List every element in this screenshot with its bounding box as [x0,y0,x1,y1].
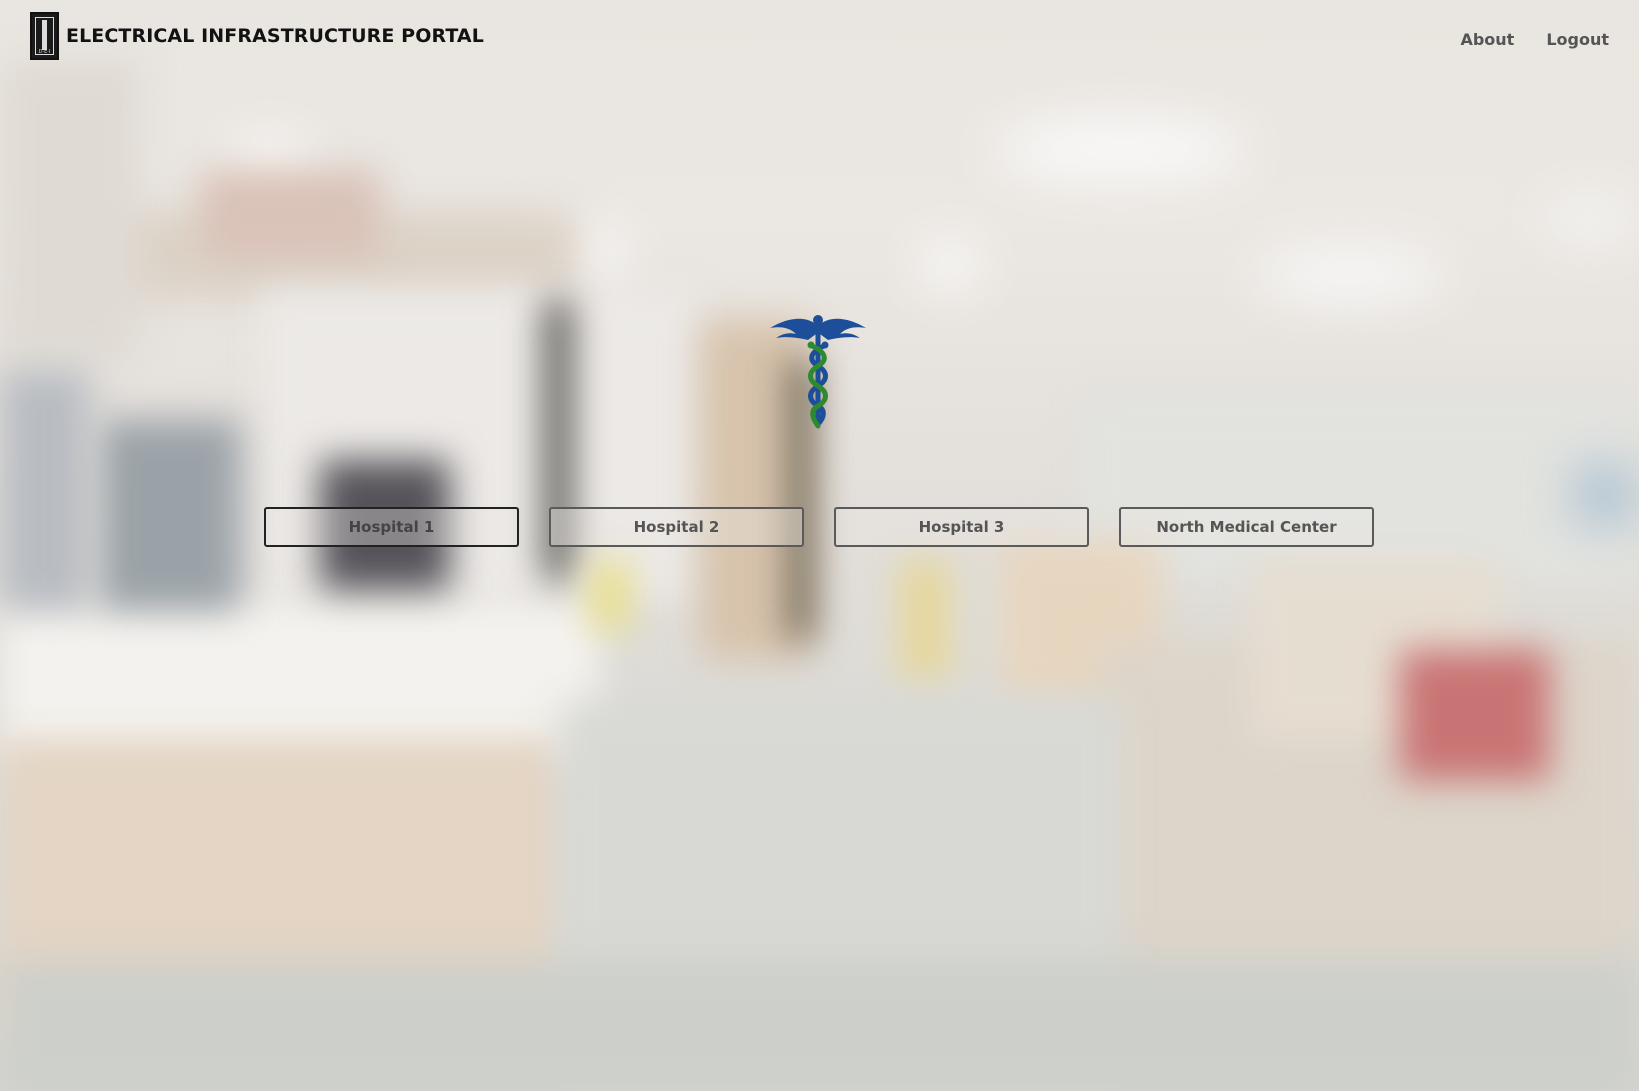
hospital-2-button[interactable]: Hospital 2 [549,507,804,547]
hospital-3-button[interactable]: Hospital 3 [834,507,1089,547]
brand[interactable]: D·E·I ELECTRICAL INFRASTRUCTURE PORTAL [30,12,484,60]
top-navbar: D·E·I ELECTRICAL INFRASTRUCTURE PORTAL A… [0,0,1639,72]
north-medical-center-button[interactable]: North Medical Center [1119,507,1374,547]
logout-link[interactable]: Logout [1546,30,1609,49]
about-link[interactable]: About [1460,30,1514,49]
hospital-1-button[interactable]: Hospital 1 [264,507,519,547]
company-logo: D·E·I [30,12,59,60]
hospital-selector: Hospital 1 Hospital 2 Hospital 3 North M… [264,507,1374,547]
portal-title: ELECTRICAL INFRASTRUCTURE PORTAL [66,25,484,47]
caduceus-icon [770,315,866,429]
logo-text: D·E·I [38,49,51,55]
top-nav: About Logout [1460,30,1609,49]
